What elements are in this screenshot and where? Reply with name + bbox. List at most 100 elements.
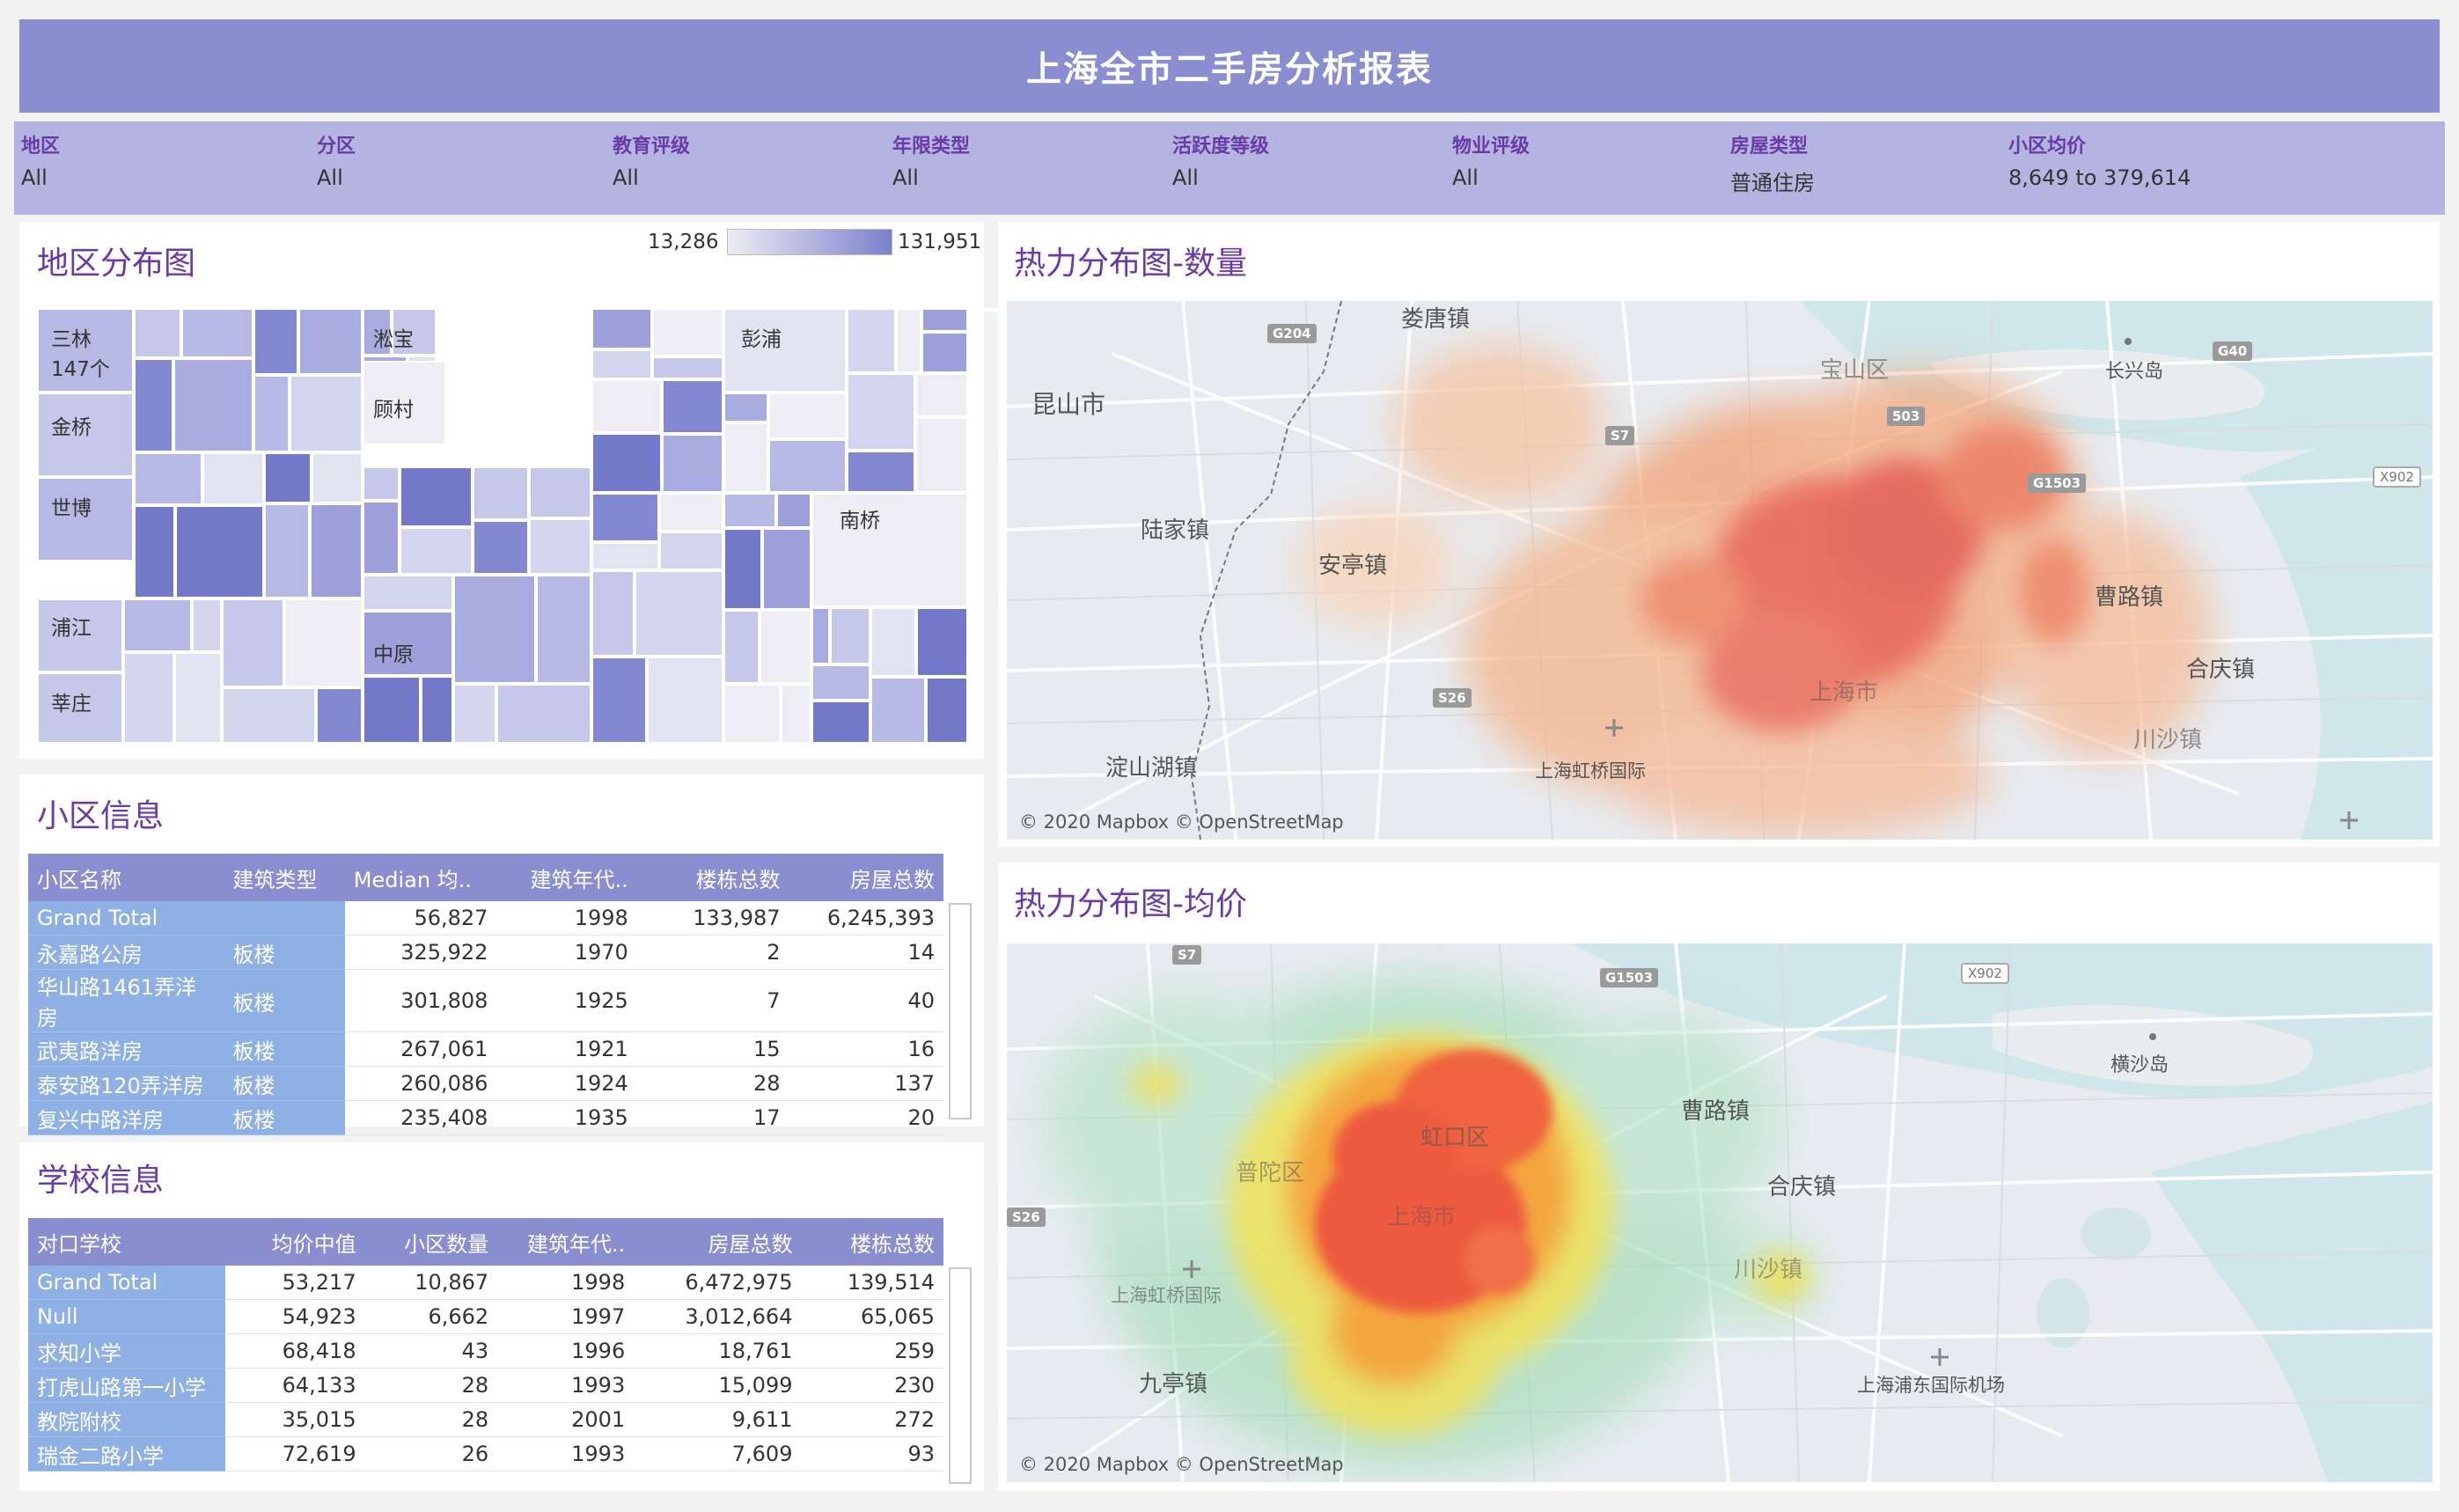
treemap-cell[interactable]: [123, 652, 174, 744]
treemap-cell[interactable]: [811, 701, 870, 744]
treemap-cell[interactable]: [536, 575, 591, 684]
treemap-cell[interactable]: [760, 610, 811, 684]
filter-value[interactable]: All: [613, 165, 690, 190]
treemap-cell[interactable]: [659, 532, 723, 570]
col-header[interactable]: 楼栋总数: [801, 1218, 943, 1266]
treemap-cell[interactable]: [591, 657, 647, 744]
filter-value[interactable]: All: [892, 165, 970, 190]
treemap-cell[interactable]: [453, 575, 536, 684]
treemap-cell[interactable]: [473, 466, 529, 520]
filter-value[interactable]: 普通住房: [1730, 165, 1815, 196]
treemap-cell[interactable]: [298, 308, 363, 375]
filter-region[interactable]: 地区 All: [21, 130, 60, 190]
treemap-cell[interactable]: [222, 598, 284, 687]
treemap-cell[interactable]: [768, 393, 847, 439]
treemap-cell[interactable]: [175, 505, 264, 598]
community-scrollbar[interactable]: [949, 903, 972, 1119]
treemap-cell[interactable]: [473, 520, 529, 575]
treemap-cell[interactable]: [363, 676, 421, 744]
treemap-cell[interactable]: [591, 542, 659, 570]
col-header[interactable]: 小区名称: [28, 854, 224, 901]
treemap-cell[interactable]: [421, 676, 453, 744]
treemap-cell[interactable]: [723, 493, 776, 528]
treemap-cell[interactable]: [181, 308, 253, 358]
treemap-cell[interactable]: [870, 607, 916, 677]
filter-education[interactable]: 教育评级 All: [613, 130, 690, 190]
treemap-cell[interactable]: [363, 501, 400, 575]
treemap-cell[interactable]: [811, 607, 830, 664]
treemap-cell[interactable]: [400, 527, 473, 575]
treemap-cell[interactable]: [496, 684, 591, 744]
table-row[interactable]: 泰安路120弄洋房 板楼 260,086 1924 28 137: [28, 1066, 943, 1101]
treemap-cell[interactable]: [312, 452, 363, 503]
treemap-cell[interactable]: [310, 503, 363, 598]
treemap-cell[interactable]: [647, 657, 723, 744]
filter-avg-price[interactable]: 小区均价 8,649 to 379,614: [2008, 130, 2191, 190]
treemap-cell[interactable]: [253, 308, 298, 375]
treemap-cell[interactable]: [134, 452, 202, 505]
filter-property[interactable]: 物业评级 All: [1452, 130, 1530, 190]
filter-value[interactable]: All: [21, 165, 60, 190]
treemap-cell[interactable]: [781, 684, 811, 744]
filter-activity[interactable]: 活跃度等级 All: [1172, 130, 1269, 190]
treemap-cell[interactable]: [652, 356, 723, 379]
treemap-cell[interactable]: [926, 677, 968, 744]
table-row[interactable]: Null 54,923 6,662 1997 3,012,664 65,065: [28, 1299, 943, 1334]
treemap-cell[interactable]: [591, 349, 652, 379]
treemap-cell[interactable]: [830, 607, 870, 664]
treemap-cell[interactable]: [202, 452, 264, 505]
table-row[interactable]: 求知小学 68,418 43 1996 18,761 259: [28, 1333, 943, 1369]
col-header[interactable]: 楼栋总数: [636, 854, 789, 901]
filter-house-type[interactable]: 房屋类型 普通住房: [1730, 130, 1815, 196]
treemap-cell[interactable]: [591, 308, 652, 349]
treemap-cell[interactable]: [916, 607, 968, 677]
col-header[interactable]: 建筑类型: [224, 854, 345, 901]
treemap-cell[interactable]: [123, 598, 192, 652]
treemap-cell[interactable]: [659, 493, 723, 532]
treemap-cell[interactable]: [723, 422, 768, 493]
col-header[interactable]: Median 均..: [344, 854, 497, 901]
filter-value[interactable]: All: [1452, 165, 1530, 190]
treemap-cell[interactable]: [253, 375, 290, 452]
treemap-cell[interactable]: [723, 684, 781, 744]
treemap-cell[interactable]: [652, 308, 723, 356]
treemap-cell[interactable]: [811, 493, 968, 607]
treemap-cell[interactable]: [192, 598, 222, 652]
filter-value[interactable]: All: [1172, 165, 1269, 190]
table-row[interactable]: Grand Total 56,827 1998 133,987 6,245,39…: [28, 901, 943, 936]
filter-age-type[interactable]: 年限类型 All: [892, 130, 970, 190]
treemap-cell[interactable]: [134, 308, 181, 358]
treemap-cell[interactable]: [870, 677, 926, 744]
treemap-cell[interactable]: [529, 466, 591, 518]
treemap-cell[interactable]: [453, 684, 496, 744]
treemap-chart[interactable]: 三林 147个 金桥 世博 浦江 莘庄 淞宝 顾村 中原 彭浦 南桥: [37, 308, 1014, 744]
treemap-cell[interactable]: [316, 687, 363, 744]
col-header[interactable]: 房屋总数: [789, 854, 943, 901]
treemap-cell[interactable]: [776, 493, 811, 528]
treemap-cell[interactable]: [896, 308, 921, 373]
treemap-cell[interactable]: [847, 308, 896, 373]
treemap-cell[interactable]: [847, 373, 915, 451]
col-header[interactable]: 建筑年代..: [497, 1218, 635, 1266]
treemap-cell[interactable]: [363, 575, 453, 611]
table-row[interactable]: 武夷路洋房 板楼 267,061 1921 15 16: [28, 1031, 943, 1067]
filter-district[interactable]: 分区 All: [317, 130, 356, 190]
treemap-cell[interactable]: [400, 466, 473, 527]
table-row[interactable]: 教院附校 35,015 28 2001 9,611 272: [28, 1402, 943, 1437]
treemap-cell[interactable]: [591, 493, 659, 542]
treemap-cell[interactable]: [921, 332, 968, 373]
treemap-cell[interactable]: [723, 393, 768, 422]
treemap-cell[interactable]: [284, 598, 363, 687]
col-header[interactable]: 建筑年代..: [496, 854, 637, 901]
table-row[interactable]: 永嘉路公房 板楼 325,922 1970 2 14: [28, 935, 943, 970]
filter-value[interactable]: All: [317, 165, 356, 190]
table-row[interactable]: Grand Total 53,217 10,867 1998 6,472,975…: [28, 1266, 943, 1300]
treemap-cell[interactable]: [768, 439, 847, 493]
school-scrollbar[interactable]: [949, 1267, 972, 1484]
treemap-cell[interactable]: [723, 610, 760, 684]
map-attribution[interactable]: © 2020 Mapbox © OpenStreetMap: [1019, 811, 1344, 833]
col-header[interactable]: 对口学校: [28, 1218, 225, 1266]
map-attribution[interactable]: © 2020 Mapbox © OpenStreetMap: [1019, 1454, 1344, 1475]
treemap-cell[interactable]: [290, 375, 363, 452]
treemap-cell[interactable]: [264, 452, 312, 503]
